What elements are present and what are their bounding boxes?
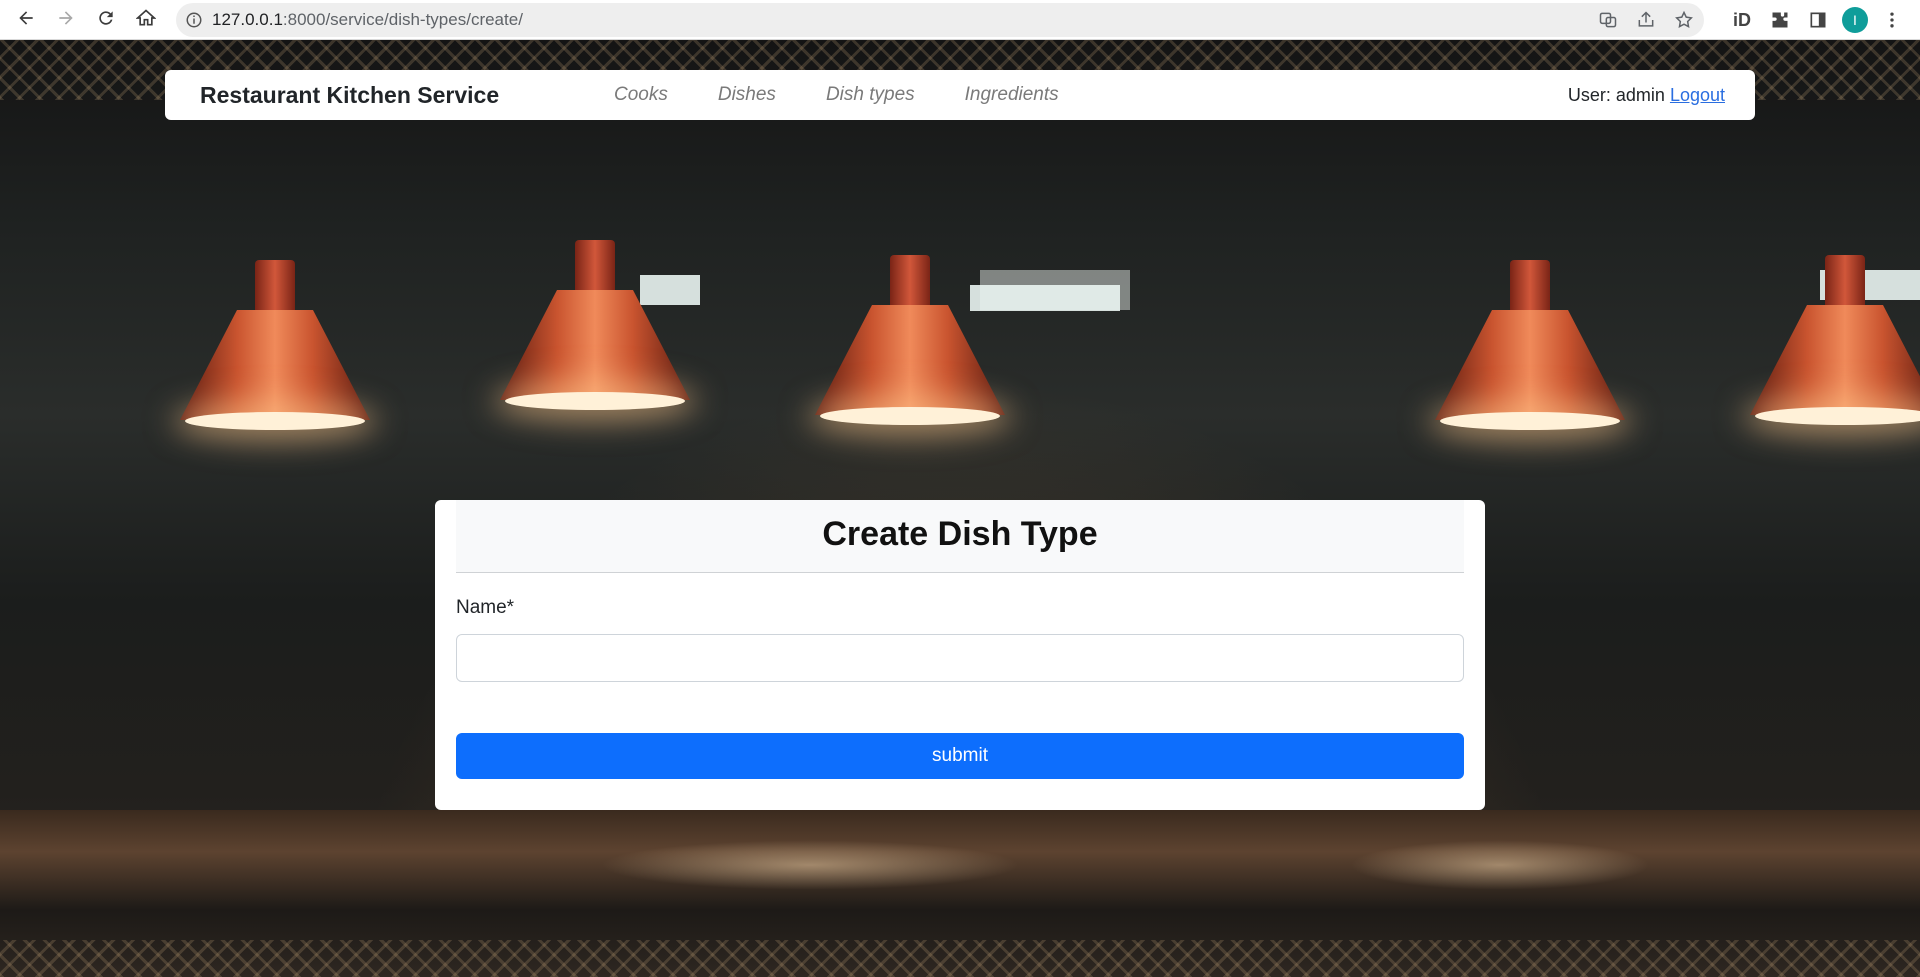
ceiling-light (640, 275, 700, 305)
nav-links: Cooks Dishes Dish types Ingredients (614, 70, 1109, 120)
url-text: 127.0.0.1:8000/service/dish-types/create… (212, 10, 523, 30)
url-path: :8000/service/dish-types/create/ (282, 10, 523, 29)
name-input[interactable] (456, 634, 1464, 682)
extension-id-icon[interactable]: iD (1728, 6, 1756, 34)
forward-arrow-icon (56, 8, 76, 33)
card-header: Create Dish Type (456, 500, 1464, 573)
submit-button[interactable]: submit (456, 733, 1464, 779)
browser-toolbar: 127.0.0.1:8000/service/dish-types/create… (0, 0, 1920, 40)
user-label: User: admin (1567, 85, 1665, 105)
nav-link-dishes[interactable]: Dishes (718, 84, 776, 106)
reload-icon (96, 8, 116, 33)
back-button[interactable] (6, 0, 46, 40)
profile-avatar[interactable]: I (1842, 7, 1868, 33)
translate-icon[interactable] (1596, 8, 1620, 32)
sidebar-icon[interactable] (1804, 6, 1832, 34)
user-area: User: admin Logout (1568, 70, 1725, 120)
home-icon (135, 8, 157, 33)
home-button[interactable] (126, 0, 166, 40)
page-title: Create Dish Type (822, 515, 1098, 553)
menu-dots-icon[interactable] (1878, 6, 1906, 34)
reload-button[interactable] (86, 0, 126, 40)
star-icon[interactable] (1672, 8, 1696, 32)
site-navbar: Restaurant Kitchen Service Cooks Dishes … (165, 70, 1755, 120)
back-arrow-icon (16, 8, 36, 33)
logout-link[interactable]: Logout (1670, 85, 1725, 105)
share-icon[interactable] (1634, 8, 1658, 32)
create-dish-type-card: Create Dish Type Name* submit (435, 500, 1485, 810)
nav-link-ingredients[interactable]: Ingredients (965, 84, 1059, 106)
floor-grate (0, 940, 1920, 977)
forward-button[interactable] (46, 0, 86, 40)
info-icon[interactable] (176, 11, 212, 29)
puzzle-icon[interactable] (1766, 6, 1794, 34)
name-label: Name* (456, 597, 515, 618)
url-host: 127.0.0.1 (212, 10, 283, 29)
address-bar[interactable]: 127.0.0.1:8000/service/dish-types/create… (176, 3, 1704, 37)
nav-link-dish-types[interactable]: Dish types (826, 84, 915, 106)
nav-link-cooks[interactable]: Cooks (614, 84, 668, 106)
ceiling-light (970, 285, 1120, 311)
brand-title[interactable]: Restaurant Kitchen Service (200, 70, 499, 120)
